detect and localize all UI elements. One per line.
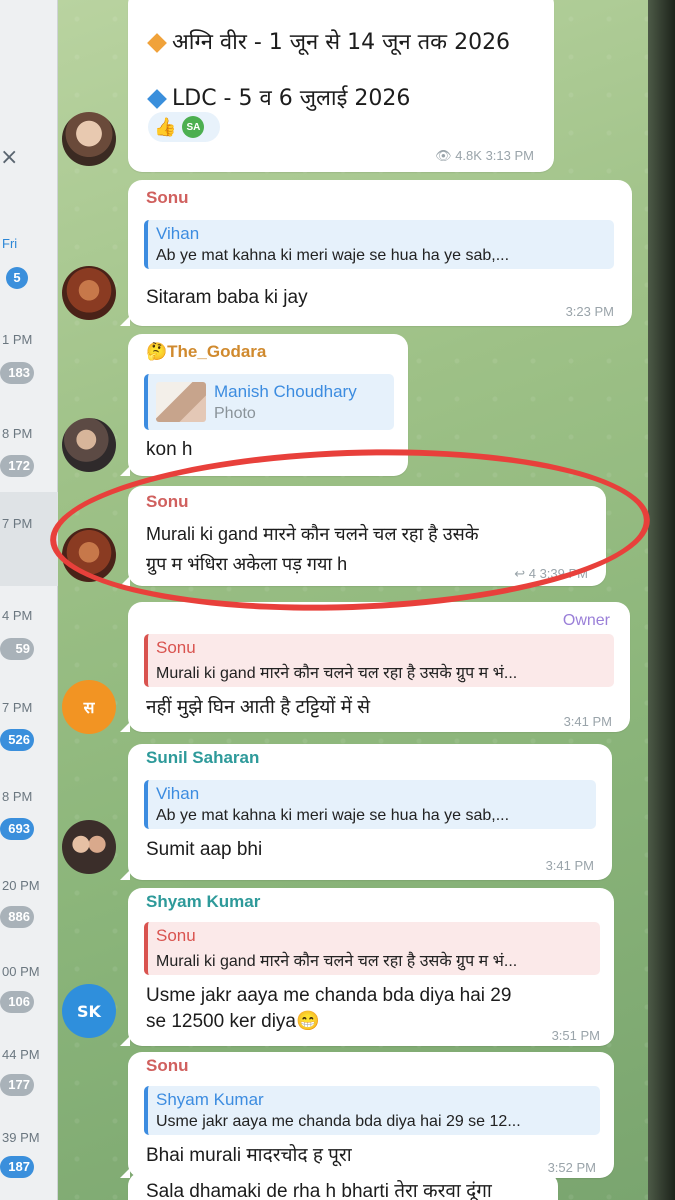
message-time: 3:52 PM <box>547 1160 596 1175</box>
avatar[interactable]: SK <box>62 984 116 1038</box>
chat-time: 00 PM <box>2 964 40 979</box>
close-icon[interactable]: × <box>0 145 18 170</box>
sender-name[interactable]: Sonu <box>146 188 189 208</box>
reply-text: Ab ye mat kahna ki meri waje se hua ha y… <box>156 807 510 824</box>
message-text-line: Murali ki gand मारने कौन चलने चल रहा है … <box>146 524 479 544</box>
photo-thumbnail <box>156 382 206 422</box>
unread-badge: 5 <box>6 267 28 289</box>
reply-author: Sonu <box>156 638 196 657</box>
chat-time: 20 PM <box>2 878 40 893</box>
reply-text: Murali ki gand मारने कौन चलने चल रहा है … <box>156 665 518 682</box>
reply-text: Murali ki gand मारने कौन चलने चल रहा है … <box>156 953 518 970</box>
reply-preview[interactable]: Manish Choudhary Photo <box>144 374 394 430</box>
selected-chat-highlight <box>0 492 58 586</box>
message-text-line: se 12500 ker diya😁 <box>146 1011 320 1032</box>
unread-badge: 187 <box>0 1156 34 1178</box>
chat-time: Fri <box>2 236 18 251</box>
unread-badge: 172 <box>0 455 34 477</box>
avatar[interactable] <box>62 112 116 166</box>
post-line: अग्नि वीर - 1 जून से 14 जून तक 2026 <box>147 26 511 56</box>
post-meta: 👁 4.8K 3:13 PM <box>435 148 534 163</box>
message-time: 3:23 PM <box>565 304 614 319</box>
chat-time: 8 PM <box>2 789 33 804</box>
post-line: LDC - 5 व 6 जुलाई 2026 <box>147 82 411 112</box>
message-text: Sitaram baba ki jay <box>146 287 308 308</box>
chat-time: 8 PM <box>2 426 33 441</box>
unread-badge: 59 <box>0 638 34 660</box>
sender-name[interactable]: Sonu <box>146 492 189 512</box>
reply-preview[interactable]: Sonu Murali ki gand मारने कौन चलने चल रह… <box>144 922 600 975</box>
owner-tag: Owner <box>562 612 610 629</box>
message-time: 3:51 PM <box>551 1028 600 1043</box>
unread-badge: 693 <box>0 818 34 840</box>
reply-author: Shyam Kumar <box>156 1090 264 1109</box>
reply-preview[interactable]: Sonu Murali ki gand मारने कौन चलने चल रह… <box>144 634 614 687</box>
message-text: kon h <box>146 439 193 460</box>
reply-author: Manish Choudhary <box>214 381 357 401</box>
reply-text: Photo <box>214 404 256 422</box>
reactor-avatar: SA <box>182 116 205 138</box>
reply-preview[interactable]: Vihan Ab ye mat kahna ki meri waje se hu… <box>144 220 614 269</box>
message-time: 3:41 PM <box>545 858 594 873</box>
message-bubble[interactable]: Owner Sonu Murali ki gand मारने कौन चलने… <box>120 602 630 732</box>
chat-time: 7 PM <box>2 516 33 531</box>
message-bubble[interactable]: Sonu Murali ki gand मारने कौन चलने चल रह… <box>120 486 606 586</box>
message-meta: ↩ 4 3:39 PM <box>514 566 588 581</box>
blue-diamond-icon <box>147 89 167 109</box>
message-bubble[interactable]: Sonu Shyam Kumar Usme jakr aaya me chand… <box>120 1052 614 1178</box>
message-bubble[interactable]: Sunil Saharan Vihan Ab ye mat kahna ki m… <box>120 744 612 880</box>
orange-diamond-icon <box>147 33 167 53</box>
avatar[interactable] <box>62 418 116 472</box>
message-time: 3:13 PM <box>485 148 534 163</box>
message-text: Sala dhamaki de rha h bharti तेरा करवा द… <box>146 1181 492 1200</box>
reply-text: Ab ye mat kahna ki meri waje se hua ha y… <box>156 247 510 264</box>
chat-time: 1 PM <box>2 332 33 347</box>
reply-author: Sonu <box>156 926 196 945</box>
chat-time: 7 PM <box>2 700 33 715</box>
chat-time: 4 PM <box>2 608 33 623</box>
unread-badge: 177 <box>0 1074 34 1096</box>
view-count: 4.8K <box>455 148 482 163</box>
reply-preview[interactable]: Shyam Kumar Usme jakr aaya me chanda bda… <box>144 1086 600 1135</box>
message-bubble[interactable]: Sonu Vihan Ab ye mat kahna ki meri waje … <box>120 180 632 326</box>
chat-list-panel: × Fri 5 1 PM 183 8 PM 172 7 PM 4 PM 59 7… <box>0 0 58 1200</box>
message-text: Bhai murali मादरचोद ह पूरा <box>146 1145 352 1166</box>
sender-name[interactable]: Sonu <box>146 1056 189 1076</box>
reply-author: Vihan <box>156 224 200 243</box>
chat-time: 39 PM <box>2 1130 40 1145</box>
sender-name[interactable]: Shyam Kumar <box>146 892 260 912</box>
message-bubble[interactable]: 🤔The_Godara Manish Choudhary Photo kon h <box>120 334 408 476</box>
channel-post-bubble[interactable]: अग्नि वीर - 1 जून से 14 जून तक 2026 LDC … <box>128 0 554 172</box>
avatar[interactable] <box>62 266 116 320</box>
message-text-line: ग्रुप म भंधिरा अकेला पड़ गया h <box>146 554 348 574</box>
message-bubble[interactable]: Sala dhamaki de rha h bharti तेरा करवा द… <box>128 1172 558 1200</box>
post-line-text: LDC - 5 व 6 जुलाई 2026 <box>172 86 411 111</box>
message-bubble[interactable]: Shyam Kumar Sonu Murali ki gand मारने कौ… <box>120 888 614 1046</box>
reaction-chip[interactable]: 👍 SA <box>148 112 220 142</box>
thumbs-up-icon: 👍 <box>154 116 177 138</box>
message-time: 3:41 PM <box>563 714 612 729</box>
sender-name[interactable]: Sunil Saharan <box>146 748 259 768</box>
sender-name[interactable]: 🤔The_Godara <box>146 342 266 362</box>
reply-author: Vihan <box>156 784 200 803</box>
message-text: नहीं मुझे घिन आती है टट्टियों में से <box>146 697 371 718</box>
post-line-text: अग्नि वीर - 1 जून से 14 जून तक 2026 <box>172 30 511 55</box>
chat-time: 44 PM <box>2 1047 40 1062</box>
unread-badge: 526 <box>0 729 34 751</box>
message-text-line: Usme jakr aaya me chanda bda diya hai 29 <box>146 985 512 1006</box>
reply-preview[interactable]: Vihan Ab ye mat kahna ki meri waje se hu… <box>144 780 596 829</box>
avatar[interactable] <box>62 820 116 874</box>
unread-badge: 886 <box>0 906 34 928</box>
message-text: Sumit aap bhi <box>146 839 263 860</box>
unread-badge: 183 <box>0 362 34 384</box>
reply-text: Usme jakr aaya me chanda bda diya hai 29… <box>156 1113 521 1130</box>
unread-badge: 106 <box>0 991 34 1013</box>
screen-edge <box>648 0 675 1200</box>
avatar[interactable]: स <box>62 680 116 734</box>
avatar[interactable] <box>62 528 116 582</box>
